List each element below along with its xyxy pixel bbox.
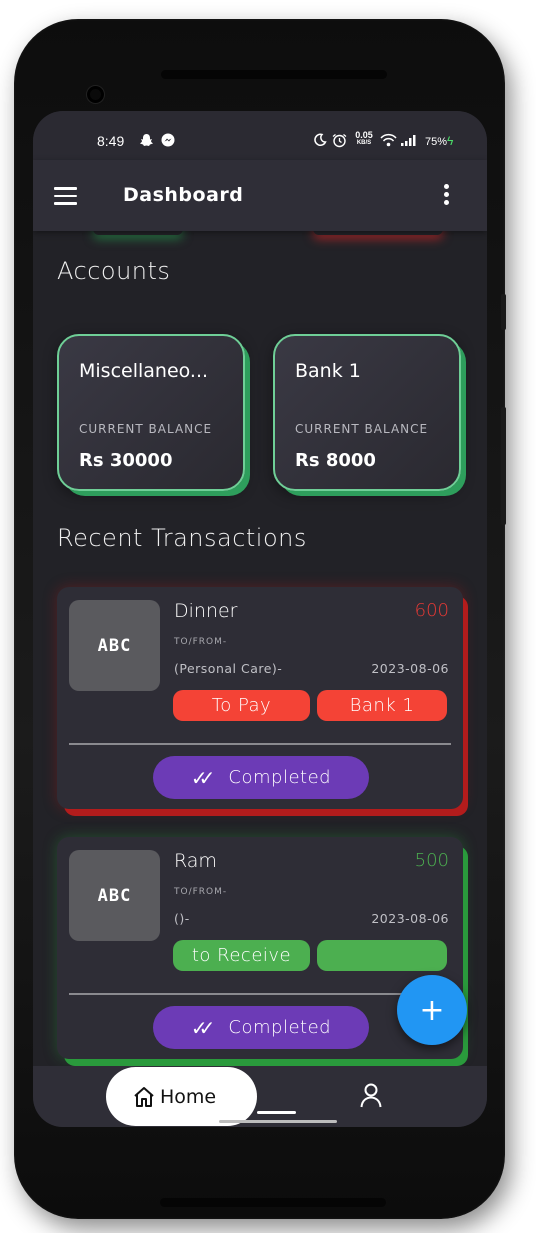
balance-label: CURRENT BALANCE	[295, 422, 429, 436]
messenger-icon	[161, 133, 175, 151]
nav-home-label: Home	[160, 1085, 217, 1108]
completed-button[interactable]: ✓✓ Completed	[153, 756, 369, 799]
snapchat-icon	[139, 133, 154, 151]
balance-label: CURRENT BALANCE	[79, 422, 213, 436]
scrolled-card-shadow	[313, 231, 443, 235]
gesture-bar[interactable]	[219, 1120, 337, 1123]
transaction-type-chip[interactable]: to Receive	[173, 940, 310, 971]
plus-icon: +	[419, 992, 445, 1028]
transaction-tofrom: TO/FROM-	[174, 637, 228, 647]
transaction-date: 2023-08-06	[371, 911, 449, 926]
transaction-card[interactable]: ABC Dinner 600 TO/FROM- (Personal Care)-…	[57, 587, 463, 809]
completed-label: Completed	[228, 767, 332, 788]
transaction-date: 2023-08-06	[371, 661, 449, 676]
page-title: Dashboard	[123, 184, 244, 206]
wifi-icon	[380, 133, 397, 151]
account-card[interactable]: Miscellaneo... CURRENT BALANCE Rs 30000	[57, 334, 245, 491]
status-time: 8:49	[97, 133, 125, 149]
app-bar: Dashboard	[33, 160, 487, 231]
transaction-title: Dinner	[174, 600, 238, 622]
network-speed: 0.05 KB/S	[355, 130, 373, 147]
account-balance: Rs 30000	[79, 450, 173, 471]
transaction-account-chip[interactable]	[317, 940, 447, 971]
alarm-icon	[332, 133, 347, 152]
dashboard-content[interactable]: Accounts Miscellaneo... CURRENT BALANCE …	[33, 231, 487, 1066]
transaction-title: Ram	[174, 850, 217, 872]
transaction-category: (Personal Care)-	[174, 661, 283, 676]
menu-icon[interactable]	[54, 187, 77, 205]
transaction-category: ()-	[174, 911, 190, 926]
completed-button[interactable]: ✓✓ Completed	[153, 1006, 369, 1049]
add-transaction-button[interactable]: +	[397, 975, 467, 1045]
double-check-icon: ✓✓	[190, 1015, 215, 1040]
do-not-disturb-icon	[313, 133, 327, 151]
gesture-bar-highlight	[257, 1111, 296, 1114]
account-name: Bank 1	[295, 360, 361, 382]
charging-icon: ϟ	[447, 134, 454, 148]
nav-home[interactable]: Home	[106, 1067, 257, 1126]
transaction-amount: 500	[414, 850, 449, 871]
more-options-icon[interactable]	[444, 184, 450, 208]
transaction-type-chip[interactable]: To Pay	[173, 690, 310, 721]
scrolled-card-shadow	[93, 231, 183, 235]
double-check-icon: ✓✓	[190, 765, 215, 790]
transaction-tofrom: TO/FROM-	[174, 887, 228, 897]
transaction-account-chip[interactable]: Bank 1	[317, 690, 447, 721]
power-button	[501, 407, 506, 525]
bottom-speaker	[160, 1198, 386, 1207]
volume-button	[501, 294, 506, 330]
user-icon[interactable]	[359, 1082, 383, 1108]
transaction-thumbnail: ABC	[69, 850, 160, 941]
bottom-navigation: Home	[33, 1066, 487, 1127]
recent-transactions-heading: Recent Transactions	[57, 524, 307, 552]
earpiece-speaker	[161, 70, 387, 79]
transaction-thumbnail: ABC	[69, 600, 160, 691]
status-bar: 8:49 0.05 KB/S 75%ϟ	[33, 111, 487, 160]
account-card[interactable]: Bank 1 CURRENT BALANCE Rs 8000	[273, 334, 461, 491]
account-name: Miscellaneo...	[79, 360, 209, 382]
accounts-heading: Accounts	[57, 257, 171, 285]
signal-icon	[401, 133, 421, 151]
account-balance: Rs 8000	[295, 450, 376, 471]
front-camera	[87, 86, 104, 103]
transaction-amount: 600	[414, 600, 449, 621]
completed-label: Completed	[228, 1017, 332, 1038]
divider	[69, 743, 451, 745]
divider	[69, 993, 451, 995]
battery-level: 75%ϟ	[425, 134, 454, 148]
phone-screen: 8:49 0.05 KB/S 75%ϟ Dashboard Accounts M…	[33, 111, 487, 1127]
home-icon	[134, 1086, 154, 1107]
